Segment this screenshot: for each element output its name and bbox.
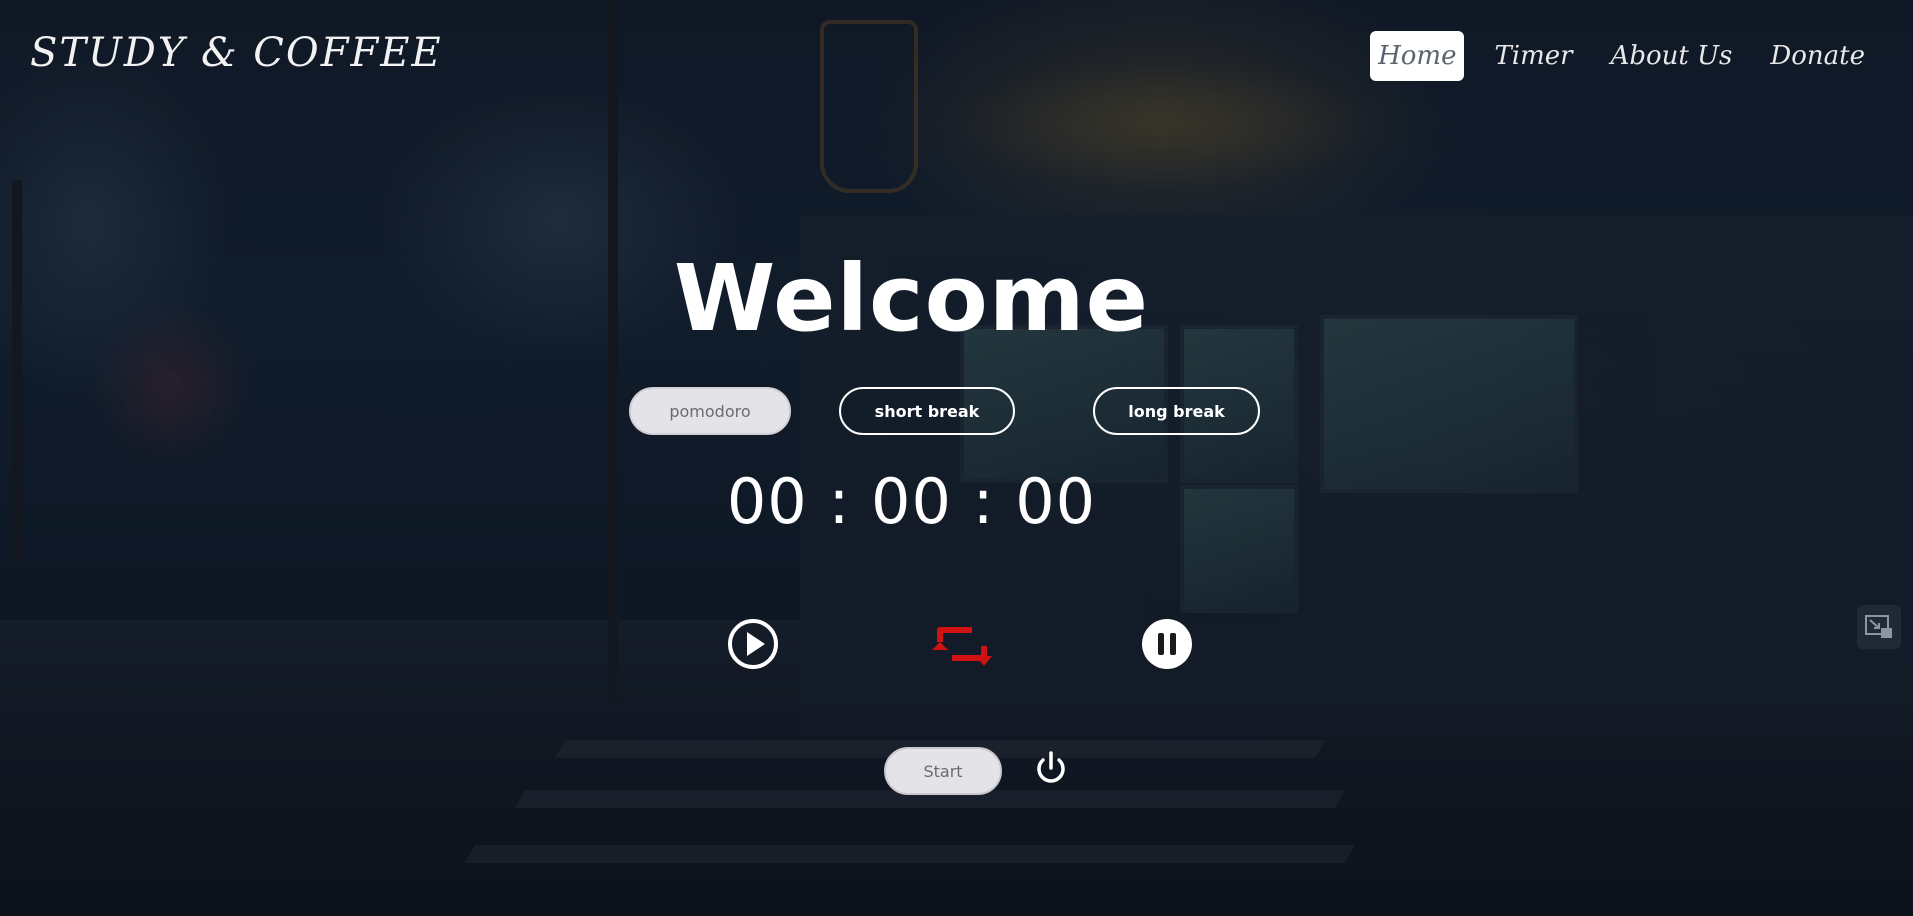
nav-timer[interactable]: Timer	[1486, 31, 1580, 81]
play-circle-icon	[728, 619, 778, 669]
play-button[interactable]	[727, 618, 779, 670]
main-nav: Home Timer About Us Donate	[1370, 31, 1873, 81]
repeat-icon	[932, 627, 992, 666]
power-icon	[1037, 751, 1065, 783]
brand-logo[interactable]: STUDY & COFFEE	[30, 30, 443, 76]
pause-circle-icon	[1142, 619, 1192, 669]
mode-short-break-button[interactable]: short break	[839, 387, 1015, 435]
exit-fullscreen-icon	[1865, 615, 1892, 638]
mode-long-break-button[interactable]: long break	[1093, 387, 1260, 435]
mode-pomodoro-button[interactable]: pomodoro	[629, 387, 791, 435]
page-title: Welcome	[673, 245, 1150, 352]
reset-button[interactable]	[932, 620, 992, 668]
nav-home[interactable]: Home	[1370, 31, 1465, 81]
start-button[interactable]: Start	[884, 747, 1002, 795]
nav-about-us[interactable]: About Us	[1603, 31, 1741, 81]
exit-fullscreen-button[interactable]	[1857, 605, 1901, 649]
pause-button[interactable]	[1141, 618, 1193, 670]
timer-display: 00 : 00 : 00	[726, 465, 1097, 538]
nav-donate[interactable]: Donate	[1762, 31, 1873, 81]
background-scene: STUDY & COFFEE Home Timer About Us Donat…	[0, 0, 1913, 916]
power-button[interactable]	[1034, 750, 1068, 788]
